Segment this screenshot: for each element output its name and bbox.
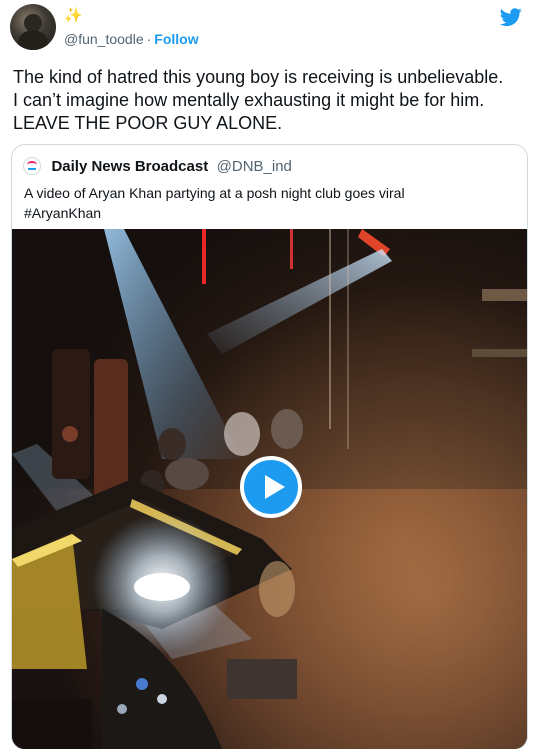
tweet-text: The kind of hatred this young boy is rec… <box>13 66 528 135</box>
separator-dot: · <box>146 31 152 47</box>
tweet-text-line: The kind of hatred this young boy is rec… <box>13 67 504 87</box>
play-button[interactable] <box>240 456 302 518</box>
quoted-text-line: A video of Aryan Khan partying at a posh… <box>24 185 405 201</box>
author-row: @fun_toodle · Follow <box>64 31 199 47</box>
tweet-text-line: LEAVE THE POOR GUY ALONE. <box>13 113 283 133</box>
hashtag-link[interactable]: #AryanKhan <box>24 203 519 223</box>
avatar-body-shape <box>18 30 48 50</box>
twitter-bird-icon[interactable] <box>498 6 524 28</box>
tweet-header: ✨ @fun_toodle · Follow <box>10 4 524 52</box>
quoted-author-name: Daily News Broadcast <box>51 157 209 175</box>
follow-button[interactable]: Follow <box>154 31 198 47</box>
user-avatar[interactable] <box>10 4 56 50</box>
sparkles-emoji-icon: ✨ <box>64 7 83 24</box>
author-handle[interactable]: @fun_toodle <box>64 31 144 47</box>
video-player[interactable] <box>12 229 527 749</box>
quoted-tweet-text: A video of Aryan Khan partying at a posh… <box>24 183 519 223</box>
tweet-card: ✨ @fun_toodle · Follow The kind of hatred … <box>0 0 534 749</box>
tweet-text-line: I can’t imagine how mentally exhausting … <box>13 90 485 110</box>
quoted-author-avatar <box>23 157 41 175</box>
quoted-author-handle: @DNB_ind <box>216 157 292 175</box>
quoted-tweet-header: Daily News Broadcast @DNB_ind <box>23 157 292 177</box>
quoted-tweet[interactable]: Daily News Broadcast @DNB_ind A video of… <box>11 144 528 749</box>
